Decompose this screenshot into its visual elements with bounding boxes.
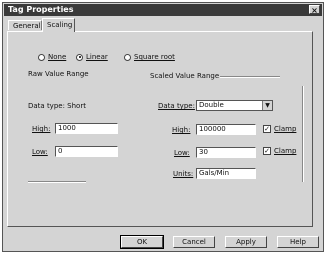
radio-none-label: None — [48, 53, 67, 61]
tab-scaling[interactable]: Scaling — [42, 18, 75, 32]
radio-linear-indicator — [76, 53, 83, 61]
help-button[interactable]: Help — [277, 236, 319, 248]
clamp-low-label: Clamp — [274, 147, 297, 155]
ok-button[interactable]: OK — [120, 235, 164, 249]
scaled-data-type-label: Data type: — [158, 102, 195, 110]
radio-square-root-label: Square root — [134, 53, 175, 61]
scaled-range-group-label: Scaled Value Range — [150, 72, 220, 80]
scaled-low-label: Low: — [174, 149, 190, 157]
radio-square-root-indicator — [124, 53, 131, 61]
scaled-high-input[interactable]: 100000 — [196, 124, 256, 135]
radio-none-indicator — [38, 53, 45, 61]
radio-linear[interactable]: Linear — [76, 53, 108, 61]
scaled-group-border — [302, 86, 304, 182]
scaled-high-label: High: — [172, 126, 191, 134]
scaled-group-divider — [220, 76, 280, 78]
scaled-low-input[interactable]: 30 — [196, 147, 256, 158]
tab-general[interactable]: General — [8, 20, 42, 30]
raw-high-input[interactable]: 1000 — [55, 123, 118, 134]
scaled-units-input[interactable]: Gals/Min — [196, 168, 256, 179]
raw-high-label: High: — [32, 125, 51, 133]
window-title: Tag Properties — [8, 5, 74, 14]
cancel-button[interactable]: Cancel — [173, 236, 215, 248]
scaled-data-type-select[interactable]: Double ▼ — [196, 100, 273, 111]
clamp-low-checkbox[interactable]: ✓ Clamp — [263, 147, 296, 155]
raw-low-input[interactable]: 0 — [55, 146, 118, 157]
scaled-data-type-value: Double — [199, 101, 224, 109]
title-bar: Tag Properties × — [4, 4, 322, 16]
raw-data-type-text: Data type: Short — [28, 102, 86, 110]
clamp-high-checkbox[interactable]: ✓ Clamp — [263, 125, 296, 133]
radio-square-root[interactable]: Square root — [124, 53, 175, 61]
radio-linear-label: Linear — [86, 53, 108, 61]
clamp-high-label: Clamp — [274, 125, 297, 133]
raw-range-group-label: Raw Value Range — [28, 70, 89, 78]
close-icon[interactable]: × — [309, 5, 320, 15]
clamp-high-check-icon: ✓ — [263, 125, 271, 133]
apply-button[interactable]: Apply — [225, 236, 267, 248]
raw-group-divider — [28, 181, 86, 183]
clamp-low-check-icon: ✓ — [263, 147, 271, 155]
scaled-units-label: Units: — [173, 170, 194, 178]
chevron-down-icon[interactable]: ▼ — [262, 101, 272, 110]
radio-none[interactable]: None — [38, 53, 66, 61]
raw-low-label: Low: — [32, 148, 48, 156]
